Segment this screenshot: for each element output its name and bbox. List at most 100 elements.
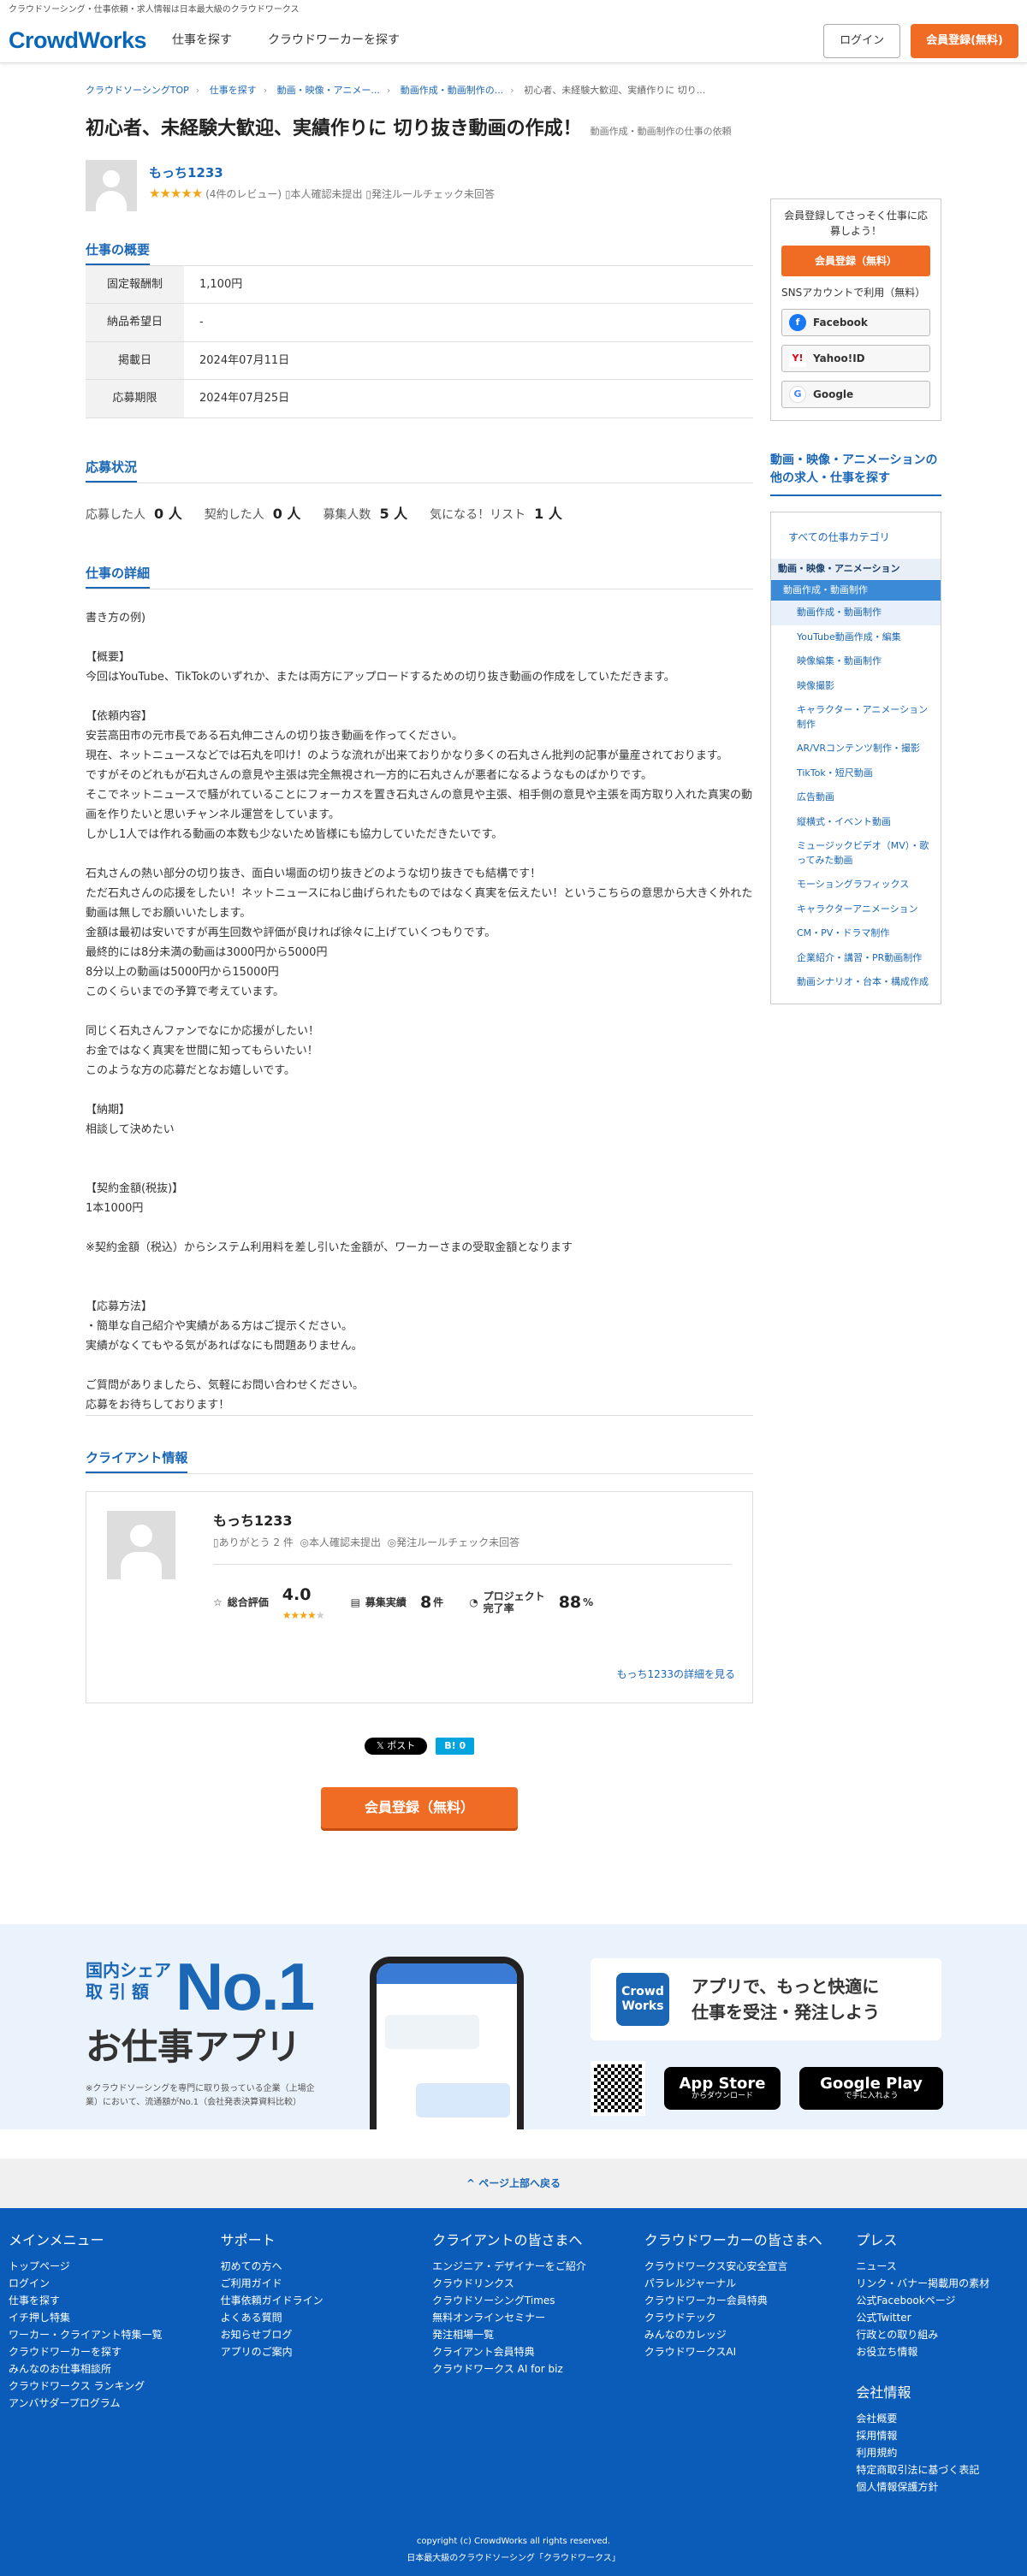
category-item[interactable]: キャラクターアニメーション <box>771 897 941 922</box>
footer-link[interactable]: ログイン <box>9 2275 221 2292</box>
category-item[interactable]: キャラクター・アニメーション制作 <box>771 698 941 737</box>
footer-link[interactable]: リンク・バナー掲載用の素材 <box>856 2275 1018 2292</box>
app-promo-box: Crowd Works アプリで、もっと快適に 仕事を受注・発注しよう <box>591 1957 941 2040</box>
id-icon: ▯ <box>284 188 291 201</box>
login-button[interactable]: ログイン <box>823 23 901 58</box>
footer-link[interactable]: クラウドワーカー会員特典 <box>644 2292 857 2309</box>
footer-link[interactable]: お知らせブログ <box>221 2326 433 2343</box>
yahoo-login-button[interactable]: Y! Yahoo!ID <box>781 345 930 372</box>
top-tagline: クラウドソーシング・仕事依頼・求人情報は日本最大級のクラウドワークス <box>9 5 300 15</box>
share-buttons: 𝕏 ポスト B! 0 <box>86 1737 753 1774</box>
footer-link[interactable]: クラウドワークス ランキング <box>9 2378 221 2395</box>
identity-status: 本人確認未提出 <box>290 188 363 201</box>
footer-link[interactable]: 公式Twitter <box>856 2309 1018 2326</box>
footer-link[interactable]: 発注相場一覧 <box>432 2326 644 2343</box>
all-categories-link[interactable]: すべての仕事カテゴリ <box>771 512 941 559</box>
app-store-button[interactable]: App Store からダウンロード <box>664 2066 781 2110</box>
client-stats: ☆ 総合評価 4.0 ★★★★★ ▤ 募集実績 8件 ◔ プロジェクト 完了率 8… <box>213 1563 732 1624</box>
footer-link[interactable]: 仕事を探す <box>9 2292 221 2309</box>
cta-register-button[interactable]: 会員登録（無料） <box>321 1786 518 1828</box>
breadcrumb-jobs[interactable]: 仕事を探す <box>210 85 257 96</box>
category-item[interactable]: YouTube動画作成・編集 <box>771 625 941 650</box>
footer-link[interactable]: クラウドワークス安心安全宣言 <box>644 2258 857 2275</box>
avatar[interactable] <box>86 159 137 211</box>
footer-link[interactable]: クラウドソーシングTimes <box>432 2292 644 2309</box>
owner-name[interactable]: もっち1233 <box>149 163 495 183</box>
breadcrumb-top[interactable]: クラウドソーシングTOP <box>86 85 189 96</box>
breadcrumb-subcategory[interactable]: 動画作成・動画制作の... <box>401 85 504 96</box>
footer-link[interactable]: ワーカー・クライアント特集一覧 <box>9 2326 221 2343</box>
category-item[interactable]: モーショングラフィックス <box>771 873 941 897</box>
footer-link[interactable]: お役立ち情報 <box>856 2343 1018 2360</box>
footer-link[interactable]: 特定商取引法に基づく表記 <box>856 2461 1018 2478</box>
job-category[interactable]: 動画作成・動画制作の仕事の依頼 <box>591 126 732 137</box>
rules-status: 発注ルールチェック未回答 <box>371 188 495 201</box>
footer-link[interactable]: ご利用ガイド <box>221 2275 433 2292</box>
watchlist-count: 気になる！リスト 1 人 <box>430 505 562 522</box>
category-selected[interactable]: 動画作成・動画制作 <box>771 579 941 601</box>
footer-link[interactable]: アプリのご案内 <box>221 2343 433 2360</box>
sidebar-register-button[interactable]: 会員登録（無料） <box>781 246 930 276</box>
footer-link[interactable]: イチ押し特集 <box>9 2309 221 2326</box>
category-item[interactable]: TikTok・短尺動画 <box>771 761 941 786</box>
category-item[interactable]: 縦横式・イベント動画 <box>771 810 941 835</box>
crowdworks-app-icon: Crowd Works <box>616 1972 669 2026</box>
footer-link[interactable]: みんなのお仕事相談所 <box>9 2360 221 2378</box>
footer-link[interactable]: ニュース <box>856 2258 1018 2275</box>
site-header: CrowdWorks 仕事を探す クラウドワーカーを探す ログイン 会員登録(無… <box>0 19 1027 63</box>
breadcrumb-category[interactable]: 動画・映像・アニメー... <box>277 85 380 96</box>
facebook-login-button[interactable]: f Facebook <box>781 309 930 336</box>
footer-link[interactable]: 利用規約 <box>856 2444 1018 2461</box>
category-item[interactable]: AR/VRコンテンツ制作・撮影 <box>771 737 941 761</box>
table-row: 納品希望日 - <box>86 303 753 342</box>
google-login-button[interactable]: G Google <box>781 381 930 408</box>
footer-link[interactable]: 公式Facebookページ <box>856 2292 1018 2309</box>
footer-link[interactable]: クラウドワークスAI <box>644 2343 857 2360</box>
category-item[interactable]: CM・PV・ドラマ制作 <box>771 921 941 946</box>
register-button[interactable]: 会員登録(無料) <box>911 23 1018 58</box>
footer-link[interactable]: 無料オンラインセミナー <box>432 2309 644 2326</box>
category-item[interactable]: 映像撮影 <box>771 674 941 699</box>
crowdworks-logo[interactable]: CrowdWorks <box>9 23 147 58</box>
footer-link[interactable]: 個人情報保護方針 <box>856 2478 1018 2496</box>
footer-link[interactable]: 採用情報 <box>856 2427 1018 2444</box>
client-name[interactable]: もっち1233 <box>213 1511 732 1531</box>
category-item[interactable]: 動画シナリオ・台本・構成作成 <box>771 970 941 995</box>
category-item[interactable]: ミュージックビデオ（MV）・歌ってみた動画 <box>771 834 941 873</box>
footer-link[interactable]: エンジニア・デザイナーをご紹介 <box>432 2258 644 2275</box>
footer-link[interactable]: クライアント会員特典 <box>432 2343 644 2360</box>
category-item[interactable]: 動画作成・動画制作 <box>771 601 941 625</box>
footer-link[interactable]: 仕事依頼ガイドライン <box>221 2292 433 2309</box>
footer-link[interactable]: クラウドワークス AI for biz <box>432 2360 644 2378</box>
app-banner[interactable]: 国内シェア 取 引 額 No.1 お仕事アプリ ※クラウドソーシングを専門に取り… <box>0 1923 1027 2129</box>
x-post-button[interactable]: 𝕏 ポスト <box>364 1737 428 1755</box>
footer-link[interactable]: パラレルジャーナル <box>644 2275 857 2292</box>
category-group[interactable]: 動画・映像・アニメーション <box>771 559 941 580</box>
category-item[interactable]: 映像編集・動画制作 <box>771 649 941 674</box>
footer-link[interactable]: 会社概要 <box>856 2410 1018 2427</box>
sns-label: SNSアカウントで利用（無料） <box>781 287 926 299</box>
footer-link[interactable]: 初めての方へ <box>221 2258 433 2275</box>
google-play-button[interactable]: Google Play で手に入れよう <box>799 2066 943 2110</box>
hatena-button[interactable]: B! 0 <box>436 1737 475 1755</box>
facebook-icon: f <box>789 314 806 331</box>
review-count[interactable]: (4件のレビュー) <box>205 188 282 200</box>
footer-link[interactable]: よくある質問 <box>221 2309 433 2326</box>
footer-link[interactable]: クラウドテック <box>644 2309 857 2326</box>
back-to-top-link[interactable]: ^ ページ上部へ戻る <box>0 2158 1027 2208</box>
footer-link[interactable]: トップページ <box>9 2258 221 2275</box>
footer-link[interactable]: みんなのカレッジ <box>644 2326 857 2343</box>
client-detail-link[interactable]: もっち1233の詳細を見る <box>616 1667 735 1682</box>
google-icon: G <box>789 386 806 403</box>
footer-link[interactable]: クラウドリンクス <box>432 2275 644 2292</box>
qr-code-icon <box>591 2060 645 2116</box>
footer-link[interactable]: アンバサダープログラム <box>9 2395 221 2412</box>
footer-link[interactable]: クラウドワーカーを探す <box>9 2343 221 2360</box>
category-item[interactable]: 広告動画 <box>771 785 941 810</box>
footer-col-main: メインメニュー トップページ ログイン 仕事を探す イチ押し特集 ワーカー・クラ… <box>9 2230 221 2496</box>
nav-find-workers[interactable]: クラウドワーカーを探す <box>268 32 400 50</box>
footer-link[interactable]: 行政との取り組み <box>856 2326 1018 2343</box>
category-item[interactable]: 企業紹介・講習・PR動画制作 <box>771 946 941 971</box>
client-avatar[interactable] <box>107 1510 175 1579</box>
nav-find-jobs[interactable]: 仕事を探す <box>172 32 232 50</box>
